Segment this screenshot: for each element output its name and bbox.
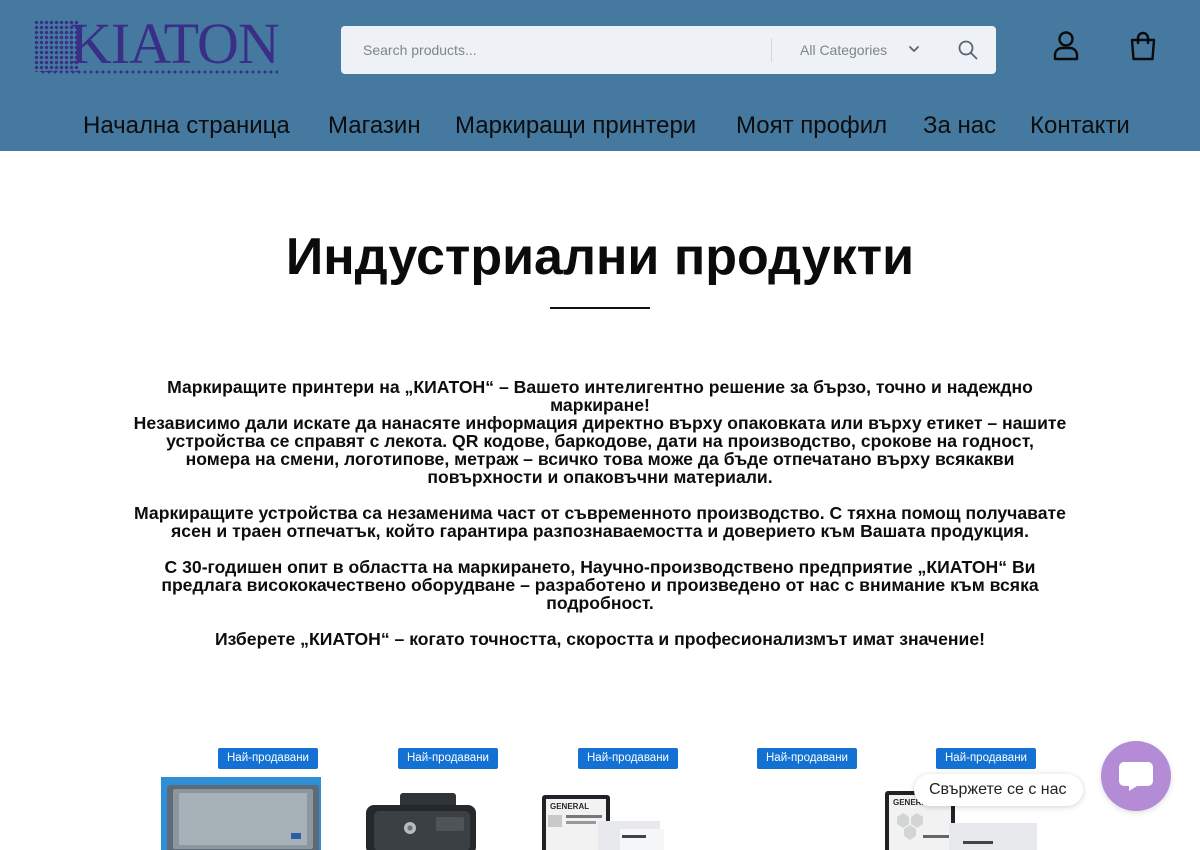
intro-line: Маркиращите устройства са незаменима час… (134, 503, 1066, 523)
category-select-value: All Categories (800, 42, 888, 58)
search-input[interactable] (341, 26, 771, 74)
page-title: Индустриални продукти (285, 228, 915, 286)
logo[interactable]: KIATON (34, 11, 280, 78)
site-header: KIATON All Categories Начална страница М… (0, 0, 1200, 151)
chat-bubble-icon (1119, 762, 1153, 791)
product-image[interactable] (710, 777, 870, 850)
intro-paragraph: Маркиращите принтери на „КИАТОН“ – Вашет… (115, 378, 1085, 486)
intro-paragraph: Изберете „КИАТОН“ – когато точността, ск… (115, 630, 1085, 648)
intro-line: предлага висококачествено оборудване – р… (161, 575, 1039, 595)
intro-paragraph: Маркиращите устройства са незаменима час… (115, 504, 1085, 540)
bestseller-badge: Най-продавани (936, 748, 1036, 769)
intro-line: Маркиращите принтери на „КИАТОН“ – Вашет… (167, 377, 1033, 397)
title-divider (550, 307, 650, 309)
nav-item-shop[interactable]: Магазин (328, 106, 421, 146)
nav-item-about[interactable]: За нас (923, 106, 996, 146)
logo-underline (40, 70, 278, 74)
category-select[interactable]: All Categories (786, 26, 926, 74)
bestseller-badge: Най-продавани (757, 748, 857, 769)
chevron-down-icon (909, 46, 919, 52)
intro-line: С 30-годишен опит в областта на маркиран… (164, 557, 1036, 577)
nav-item-contacts[interactable]: Контакти (1030, 106, 1130, 146)
intro-line: ясен и траен отпечатък, който гарантира … (171, 521, 1029, 541)
nav-item-home[interactable]: Начална страница (83, 106, 290, 146)
product-card[interactable]: Най-продавани (700, 748, 880, 850)
shopping-bag-icon[interactable] (1128, 30, 1158, 62)
product-image[interactable]: GENERAL (540, 777, 700, 850)
intro-line: устройства се справят с лекота. QR кодов… (166, 431, 1034, 451)
main-navigation: Начална страница Магазин Маркиращи принт… (0, 106, 1200, 146)
product-box-label: GENERAL (550, 802, 589, 811)
intro-line: повърхности и опаковъчни материали. (427, 467, 773, 487)
user-account-icon[interactable] (1052, 30, 1080, 62)
product-image[interactable] (161, 777, 321, 850)
intro-text: Маркиращите принтери на „КИАТОН“ – Вашет… (115, 378, 1085, 666)
nav-item-my-profile[interactable]: Моят профил (736, 106, 887, 146)
product-card[interactable]: Най-продавани GENERAL (520, 748, 700, 850)
product-card[interactable]: Най-продавани (340, 748, 520, 850)
chat-widget-button[interactable] (1101, 741, 1171, 811)
intro-line: подробност. (546, 593, 654, 613)
product-image[interactable] (340, 777, 500, 850)
bestseller-badge: Най-продавани (398, 748, 498, 769)
intro-paragraph: С 30-годишен опит в областта на маркиран… (115, 558, 1085, 612)
bestseller-badge: Най-продавани (218, 748, 318, 769)
search-divider (771, 38, 772, 62)
bestseller-badge: Най-продавани (578, 748, 678, 769)
search-icon[interactable] (957, 39, 979, 61)
nav-item-marking-printers[interactable]: Маркиращи принтери (455, 106, 696, 146)
intro-line: Независимо дали искате да нанасяте инфор… (133, 413, 1067, 433)
contact-us-label[interactable]: Свържете се с нас (914, 774, 1083, 806)
intro-line: Изберете „КИАТОН“ – когато точността, ск… (214, 629, 986, 649)
logo-text: KIATON (70, 11, 280, 76)
intro-line: маркиране! (550, 395, 650, 415)
intro-line: номера на смени, логотипове, метраж – вс… (185, 449, 1015, 469)
product-card[interactable]: Най-продавани (160, 748, 340, 850)
search-bar: All Categories (341, 26, 996, 74)
